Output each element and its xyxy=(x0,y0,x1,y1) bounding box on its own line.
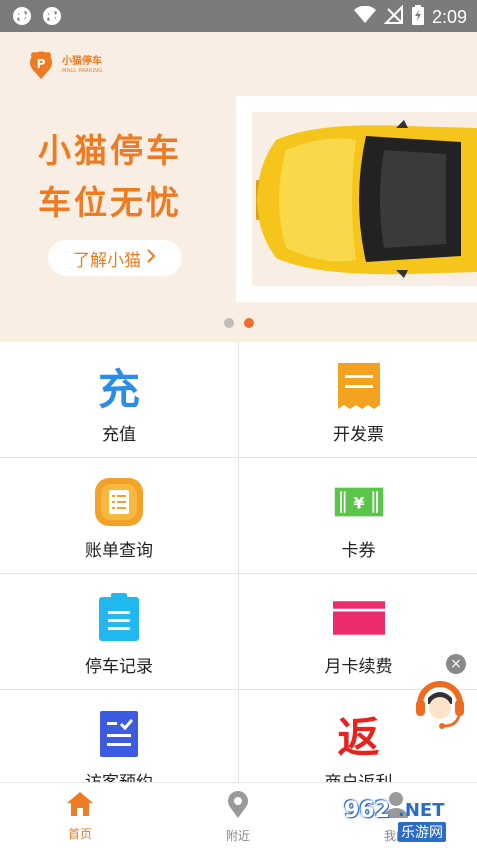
battery-charging-icon xyxy=(411,5,424,29)
customer-service-icon xyxy=(416,681,464,729)
carousel-dot[interactable] xyxy=(224,318,234,328)
bill-query-icon xyxy=(93,476,145,528)
no-signal-icon xyxy=(383,4,404,29)
tile-label: 账单查询 xyxy=(85,541,153,561)
promo-banner[interactable]: P 小猫停车 MALL PARKING 小猫停车 车位无忧 了解小猫 xyxy=(0,32,477,342)
svg-text:P: P xyxy=(37,57,46,71)
carousel-dot-active[interactable] xyxy=(244,318,254,328)
nav-nearby[interactable]: 附近 xyxy=(198,791,278,844)
parking-record-tile[interactable]: 停车记录 xyxy=(0,574,239,690)
invoice-tile[interactable]: 开发票 xyxy=(239,342,477,458)
function-grid: 充 充值 开发票 账单查询 ¥ 卡券 停车记录 月卡续费 返 xyxy=(0,342,477,782)
status-bar: 2:09 xyxy=(0,0,477,32)
tile-label: 充值 xyxy=(102,425,136,445)
parking-logo-icon: P xyxy=(30,51,52,79)
home-icon xyxy=(67,792,93,816)
parking-record-icon xyxy=(93,592,145,644)
recharge-icon: 充 xyxy=(97,364,140,414)
learn-more-label: 了解小猫 xyxy=(73,250,141,271)
nav-home-label: 首页 xyxy=(67,827,92,841)
location-pin-icon xyxy=(228,791,248,818)
logo-name: 小猫停车 xyxy=(62,55,102,67)
tile-label: 商户返利 xyxy=(239,768,477,782)
sync-icon xyxy=(12,6,32,30)
customer-service-button[interactable] xyxy=(412,676,468,732)
chevron-right-icon xyxy=(145,248,157,269)
clock: 2:09 xyxy=(431,6,467,27)
watermark-domain: .NET xyxy=(398,800,445,821)
bill-query-tile[interactable]: 账单查询 xyxy=(0,458,239,574)
tile-label: 月卡续费 xyxy=(324,657,393,677)
monthly-card-icon xyxy=(332,592,385,644)
tile-label: 卡券 xyxy=(341,541,376,561)
watermark-logo: 962 .NET 乐游网 xyxy=(340,798,477,844)
recharge-tile[interactable]: 充 充值 xyxy=(0,342,239,458)
nav-home[interactable]: 首页 xyxy=(40,791,120,842)
close-float-button[interactable]: × xyxy=(446,654,466,674)
svg-text:¥: ¥ xyxy=(353,493,365,512)
tile-label: 访客预约 xyxy=(0,768,238,782)
logo-subtitle: MALL PARKING xyxy=(62,67,103,74)
monthly-card-tile[interactable]: 月卡续费 xyxy=(239,574,477,690)
merchant-rebate-icon: 返 xyxy=(337,712,380,762)
tile-label: 停车记录 xyxy=(85,657,153,677)
nav-nearby-label: 附近 xyxy=(225,829,250,843)
coupon-icon: ¥ xyxy=(333,476,385,528)
tile-label: 开发票 xyxy=(333,425,384,445)
banner-slogan-2: 车位无忧 xyxy=(38,183,182,222)
carousel-indicator xyxy=(224,318,254,328)
banner-slogan-1: 小猫停车 xyxy=(38,131,182,170)
watermark-number: 962 xyxy=(344,798,390,823)
watermark-site-name: 乐游网 xyxy=(398,822,446,842)
learn-more-button[interactable]: 了解小猫 xyxy=(48,240,182,276)
visitor-booking-tile[interactable]: 访客预约 xyxy=(0,690,239,782)
app-logo: P 小猫停车 MALL PARKING xyxy=(26,50,102,80)
visitor-booking-icon xyxy=(93,708,145,760)
sync-icon xyxy=(42,6,62,30)
car-image xyxy=(254,120,477,282)
wifi-icon xyxy=(353,5,376,28)
invoice-icon xyxy=(333,360,385,412)
coupon-tile[interactable]: ¥ 卡券 xyxy=(239,458,477,574)
